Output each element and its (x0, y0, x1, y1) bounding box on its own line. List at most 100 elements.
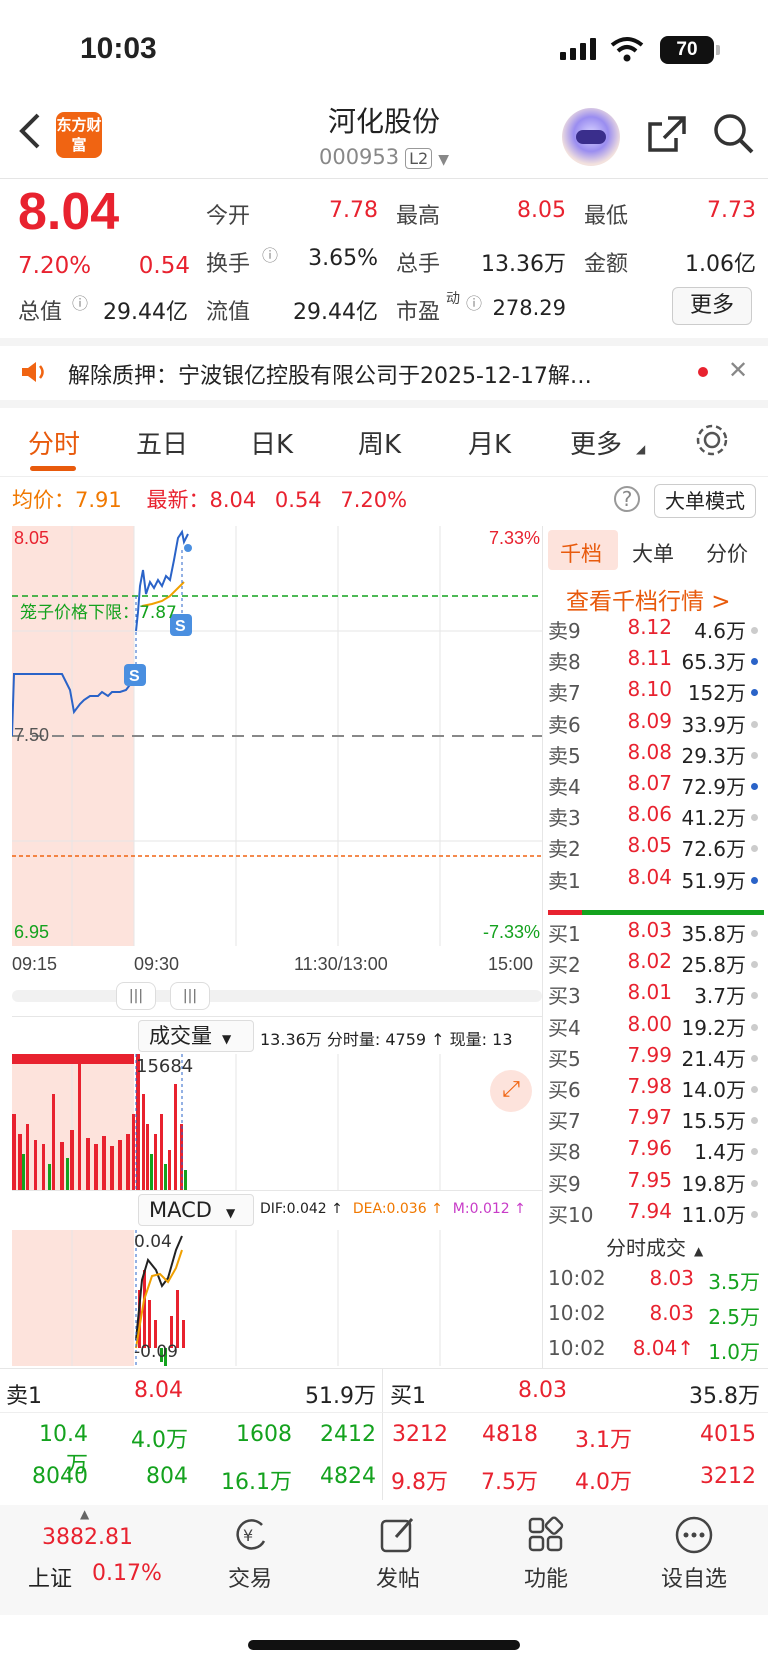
range-handle-left[interactable]: ||| (116, 982, 156, 1010)
sell-level-row[interactable]: 卖7 8.10 152万 (548, 677, 758, 708)
svg-text:¥: ¥ (243, 1526, 253, 1545)
buy-level-row[interactable]: 买5 7.99 21.4万 (548, 1043, 758, 1074)
level-label: 卖6 (548, 712, 581, 737)
nav-functions[interactable]: 功能 (514, 1505, 578, 1593)
pe-label: 市盈 (396, 300, 441, 325)
level-label: 卖9 (548, 619, 581, 643)
order-dot-icon (751, 845, 758, 853)
buy-level-row[interactable]: 买7 7.97 15.5万 (548, 1105, 758, 1136)
tab-price-distribution[interactable]: 分价 (706, 538, 748, 568)
expand-icon[interactable]: ⤢ (490, 1070, 532, 1112)
level-label: 买6 (548, 1078, 581, 1102)
ai-assistant-icon[interactable] (562, 108, 620, 166)
sell-level-row[interactable]: 卖3 8.06 41.2万 (548, 802, 758, 833)
buy-level-row[interactable]: 买3 8.01 3.7万 (548, 980, 758, 1011)
level-volume: 51.9万 (681, 868, 746, 893)
tab-daily-k[interactable]: 日K (250, 424, 293, 461)
macd-indicator-select[interactable]: MACD ▼ (138, 1194, 254, 1226)
order-dot-icon (751, 658, 758, 666)
price-mid-label: 7.50 (14, 725, 50, 745)
intraday-chart[interactable]: S S (12, 526, 542, 946)
big-order-mode-button[interactable]: 大单模式 (654, 484, 756, 518)
pct-high-label: 7.33% (488, 528, 540, 548)
macd-high-label: 0.04 (134, 1232, 172, 1252)
range-track[interactable] (12, 990, 542, 1002)
view-depth-link[interactable]: 查看千档行情 > (566, 582, 731, 616)
tab-big-orders[interactable]: 大单 (632, 538, 674, 568)
buy-level-row[interactable]: 买6 7.98 14.0万 (548, 1074, 758, 1105)
sell-level-row[interactable]: 卖6 8.09 33.9万 (548, 709, 758, 740)
buy-level-row[interactable]: 买2 8.02 25.8万 (548, 949, 758, 980)
home-indicator[interactable] (248, 1640, 520, 1650)
level-price: 8.00 (627, 1011, 672, 1036)
help-icon[interactable]: ? (614, 486, 640, 512)
sell-detail-cell: 804 (146, 1464, 188, 1489)
level-price: 7.98 (627, 1074, 672, 1098)
volume-chart[interactable] (12, 1054, 542, 1190)
tab-intraday[interactable]: 分时 (28, 424, 80, 461)
trade-icon: ¥ (236, 1519, 266, 1550)
level-label: 买4 (548, 1015, 581, 1040)
float-cap-label: 流值 (206, 300, 251, 325)
index-name[interactable]: 上证 (28, 1561, 72, 1593)
buy-detail-cell: 3212 (700, 1464, 756, 1489)
level-label: 卖7 (548, 681, 581, 706)
level-volume: 15.5万 (681, 1109, 746, 1134)
close-icon[interactable]: ✕ (728, 356, 748, 384)
info-icon[interactable]: ⓘ (262, 242, 278, 266)
nav-post[interactable]: 发帖 (366, 1505, 430, 1593)
info-icon[interactable]: ⓘ (72, 290, 88, 314)
more-button[interactable]: 更多 (672, 287, 752, 325)
nav-trade[interactable]: ¥ 交易 (218, 1505, 282, 1593)
index-value[interactable]: 3882.81 (42, 1525, 133, 1550)
buy-level-row[interactable]: 买4 8.00 19.2万 (548, 1012, 758, 1043)
trade-time: 10:02 (548, 1336, 606, 1360)
high-label: 最高 (396, 204, 441, 229)
tab-five-day[interactable]: 五日 (136, 424, 188, 461)
level-volume: 21.4万 (681, 1046, 746, 1071)
buy-level-row[interactable]: 买1 8.03 35.8万 (548, 918, 758, 949)
level-volume: 3.7万 (694, 984, 746, 1009)
sell-level-row[interactable]: 卖4 8.07 72.9万 (548, 771, 758, 802)
share-icon[interactable] (646, 114, 688, 154)
buy-detail-cell: 9.8万 (391, 1470, 448, 1495)
tab-more[interactable]: 更多 (570, 424, 622, 461)
trade-volume: 1.0万 (708, 1340, 760, 1364)
amount-value: 1.06亿 (685, 252, 756, 277)
gear-icon[interactable] (694, 422, 730, 458)
trade-volume: 2.5万 (708, 1305, 760, 1329)
volume-info: 13.36万 分时量: 4759 ↑ 现量: 13 (260, 1030, 513, 1049)
tab-weekly-k[interactable]: 周K (358, 424, 401, 461)
sell-level-row[interactable]: 卖1 8.04 51.9万 (548, 865, 758, 896)
macd-chart[interactable] (12, 1230, 542, 1366)
order-dot-icon (751, 1148, 758, 1156)
buy-detail-cell: 7.5万 (481, 1470, 538, 1495)
level-price: 7.94 (627, 1198, 672, 1223)
sell-level-row[interactable]: 卖2 8.05 72.6万 (548, 833, 758, 864)
volume-indicator-select[interactable]: 成交量 ▼ (138, 1020, 254, 1052)
level-price: 7.95 (627, 1167, 672, 1192)
sell-level-row[interactable]: 卖5 8.08 29.3万 (548, 740, 758, 771)
tab-thousand-depth[interactable]: 千档 (560, 538, 602, 568)
notice-text[interactable]: 解除质押：宁波银亿控股有限公司于2025-12-17解… (68, 358, 678, 390)
sell-level-row[interactable]: 卖9 8.12 4.6万 (548, 615, 758, 646)
buy-level-row[interactable]: 买8 7.96 1.4万 (548, 1136, 758, 1167)
tab-monthly-k[interactable]: 月K (468, 424, 511, 461)
buy-level-row[interactable]: 买10 7.94 11.0万 (548, 1199, 758, 1230)
nav-add-watchlist[interactable]: 设自选 (650, 1505, 738, 1593)
range-handle-right[interactable]: ||| (170, 982, 210, 1010)
buy-level-row[interactable]: 买9 7.95 19.8万 (548, 1168, 758, 1199)
low-value: 7.73 (707, 198, 756, 223)
trade-time: 10:02 (548, 1266, 606, 1290)
level-label: 买1 (548, 922, 581, 946)
sell-detail-cell: 16.1万 (221, 1470, 292, 1495)
search-icon[interactable] (712, 112, 756, 156)
more-dots-icon (675, 1516, 713, 1554)
trades-header[interactable]: 分时成交 ▲ (606, 1232, 703, 1261)
index-pct[interactable]: 0.17% (92, 1561, 162, 1586)
level-label: 买5 (548, 1046, 581, 1071)
wifi-icon (610, 37, 644, 62)
trade-row: 10:02 8.04↑ 1.0万 (548, 1336, 762, 1367)
level-price: 8.10 (627, 677, 672, 702)
sell-level-row[interactable]: 卖8 8.11 65.3万 (548, 646, 758, 677)
